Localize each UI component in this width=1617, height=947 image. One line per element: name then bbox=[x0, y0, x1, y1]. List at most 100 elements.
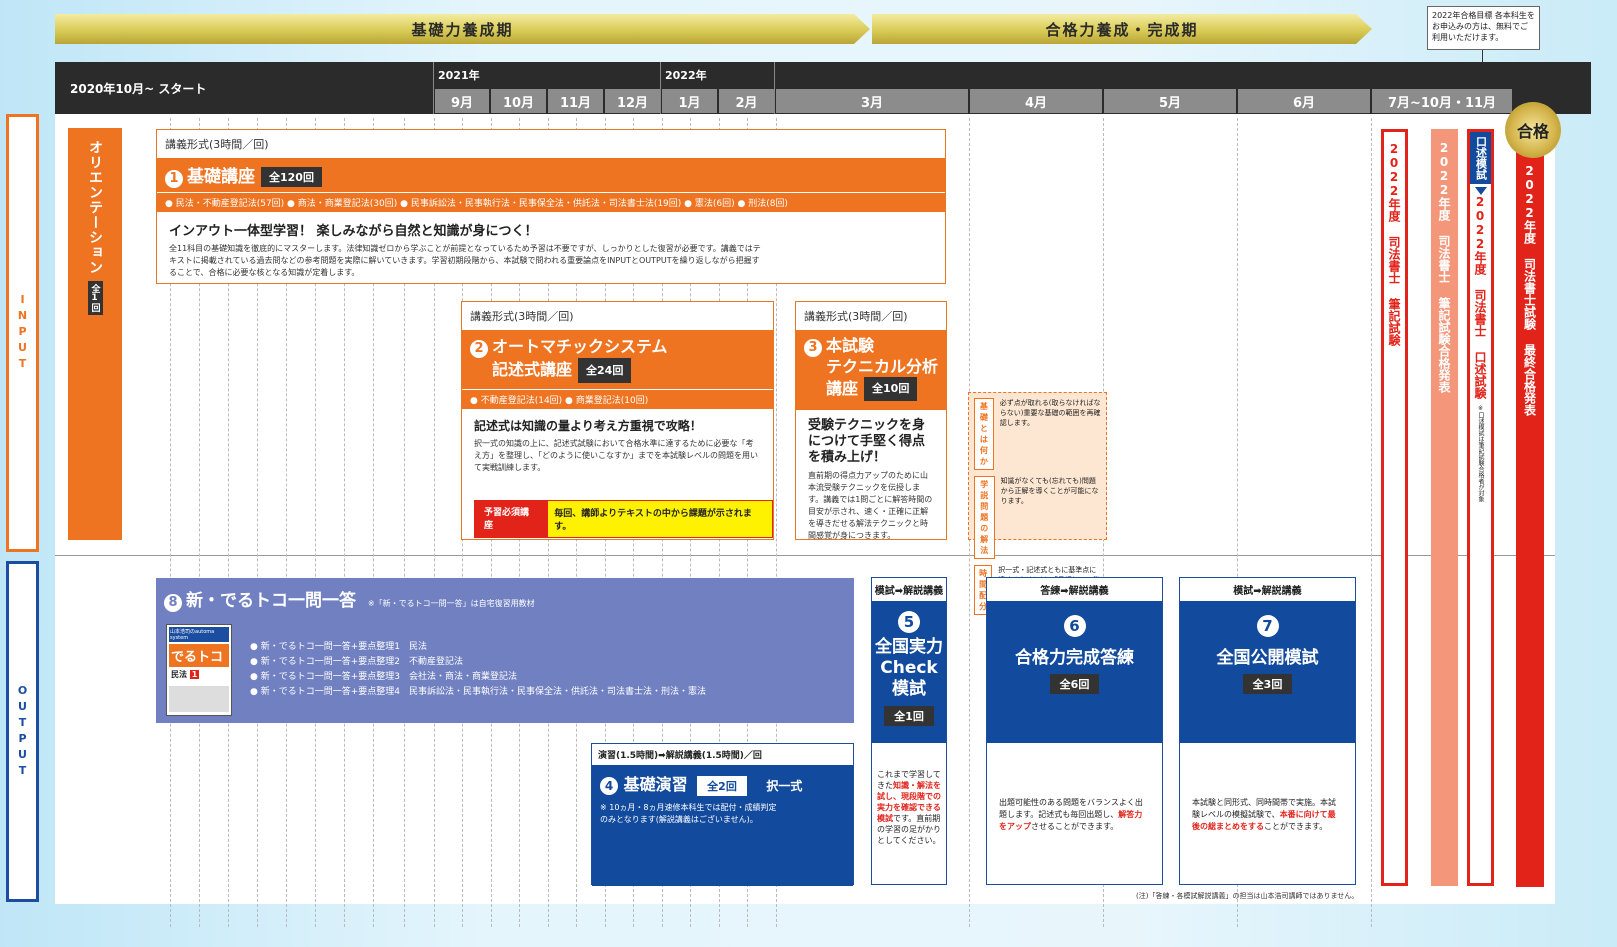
course-1-card: 講義形式(3時間／回) 1 基礎講座 全120回 ● 民法・不動産登記法(57回) … bbox=[156, 129, 946, 284]
course-3-card: 講義形式(3時間／回) 3 本試験 テクニカル分析 講座 全10回 受験テクニックを… bbox=[795, 301, 947, 540]
month-12: 12月 bbox=[605, 89, 660, 113]
course-8-list: ● 新・でるトコ一問一答+要点整理1 民法 ● 新・でるトコ一問一答+要点整理2… bbox=[250, 640, 706, 700]
top-note: 2022年合格目標 各本科生をお申込みの方は、無料でご利用いただけます。 bbox=[1427, 6, 1540, 50]
course-4-title: 基礎演習 bbox=[623, 775, 688, 794]
year-2022: 2022年 bbox=[665, 69, 707, 82]
course-3-count: 全10回 bbox=[864, 377, 918, 401]
final-result-column: 2022年度 司法書士試験 最終合格発表 bbox=[1516, 152, 1544, 887]
course-8-note: ※「新・でるトコ一問一答」は自宅復習用教材 bbox=[367, 599, 535, 608]
course-3-headline: 受験テクニックを身につけて手堅く得点を積み上げ！ bbox=[808, 418, 926, 465]
course-7-number: 7 bbox=[1256, 615, 1279, 637]
course-2-badge: 予習必須講座 bbox=[474, 500, 548, 538]
month-6: 6月 bbox=[1238, 89, 1370, 113]
technique-key: 学説問題の解法 bbox=[974, 476, 995, 559]
course-1-headline: インアウト一体型学習！ 楽しみながら自然と知識が身につく！ bbox=[169, 224, 538, 239]
course-7-count: 全3回 bbox=[1242, 674, 1293, 694]
course-6-count: 全6回 bbox=[1049, 674, 1100, 694]
oral-exam-column: 口述模試 2022年度 司法書士 口述試験 ※口述模試は筆記試験合格者が対象 bbox=[1467, 129, 1494, 886]
arrow-down-icon bbox=[1474, 187, 1487, 195]
course-2-subjects: ● 不動産登記法(14回) ● 商業登記法(10回) bbox=[462, 389, 773, 409]
technique-value: 必ず点が取れる(取らなければならない)重要な基礎の範囲を再確認します。 bbox=[999, 399, 1101, 427]
input-label: INPUT bbox=[16, 293, 29, 373]
course-3-number: 3 bbox=[804, 339, 822, 357]
written-result-column: 2022年度 司法書士 筆記試験合格発表 bbox=[1431, 129, 1458, 886]
output-label: OUTPUT bbox=[16, 683, 29, 780]
phase-completion: 合格力養成・完成期 bbox=[872, 14, 1372, 44]
course-7-card: 模試➡解説講義 7 全国公開模試 全3回 本試験と同形式、同時間帯で実施。本試験… bbox=[1179, 577, 1356, 885]
orientation-bar: オリエンテーション 全1回 bbox=[68, 128, 122, 540]
course-2-body: 択一式の知識の上に、記述式試験において合格水準に達するために必要な「考え方」を整… bbox=[474, 439, 758, 472]
course-6-card: 答練➡解説講義 6 合格力完成答練 全6回 出題可能性のある問題をバランスよく出… bbox=[986, 577, 1163, 885]
year-2021: 2021年 bbox=[438, 69, 480, 82]
course-5-header: 5 全国実力 Check 模試 全1回 bbox=[872, 601, 946, 743]
phase-foundation: 基礎力養成期 bbox=[55, 14, 870, 44]
course-5-title2: Check bbox=[880, 658, 938, 678]
book-subject: 民法 bbox=[171, 670, 187, 679]
course-3-format: 講義形式(3時間／回) bbox=[804, 310, 908, 323]
book-brand: 山本浩司のautoma system bbox=[169, 627, 229, 642]
pass-seal: 合格 bbox=[1505, 102, 1561, 158]
start-label: 2020年10月~ スタート bbox=[70, 82, 207, 96]
course-8-number: 8 bbox=[164, 594, 182, 612]
desc-text: させることができます。 bbox=[1031, 822, 1119, 831]
technique-value: 知識がなくても(忘れても)問題から正解を導くことが可能になります。 bbox=[1000, 477, 1099, 505]
course-4-kind: 択一式 bbox=[766, 779, 803, 793]
course-1-count: 全120回 bbox=[261, 167, 322, 187]
phase-completion-label: 合格力養成・完成期 bbox=[1045, 20, 1199, 39]
course-1-subjects: ● 民法・不動産登記法(57回) ● 商法・商業登記法(30回) ● 民事訴訟法… bbox=[157, 192, 945, 212]
list-item: ● 新・でるトコ一問一答+要点整理1 民法 bbox=[250, 642, 427, 652]
course-3-header: 3 本試験 テクニカル分析 講座 全10回 bbox=[796, 330, 946, 410]
list-item: ● 新・でるトコ一問一答+要点整理4 民事訴訟法・民事執行法・民事保全法・供託法… bbox=[250, 687, 706, 697]
desc-text: ことができます。 bbox=[1264, 822, 1328, 831]
month-4: 4月 bbox=[970, 89, 1102, 113]
book-title: でるトコ bbox=[169, 644, 229, 667]
course-6-title: 合格力完成答練 bbox=[1015, 648, 1134, 668]
course-8-title: 新・でるトコ一問一答 bbox=[186, 591, 356, 611]
written-result-label: 2022年度 司法書士 筆記試験合格発表 bbox=[1437, 141, 1451, 393]
course-3-title1: 本試験 bbox=[826, 336, 875, 355]
divider bbox=[55, 555, 1555, 556]
course-6-desc: 出題可能性のある問題をバランスよく出題します。記述式も毎回出題し、解答力をアップ… bbox=[987, 743, 1162, 833]
month-10: 10月 bbox=[491, 89, 546, 113]
input-label-box: INPUT bbox=[6, 114, 39, 552]
course-4-format: 演習(1.5時間)➡解説講義(1.5時間)／回 bbox=[598, 751, 762, 761]
course-7-header: 7 全国公開模試 全3回 bbox=[1180, 601, 1355, 743]
course-1-number: 1 bbox=[165, 170, 183, 188]
list-item: ● 新・でるトコ一問一答+要点整理3 会社法・商法・商業登記法 bbox=[250, 672, 517, 682]
footnote: (注)「答練・各模試解説講義」の担当は山本浩司講師ではありません。 bbox=[1136, 892, 1359, 900]
month-7-11: 7月~10月・11月 bbox=[1372, 89, 1512, 113]
course-6-head: 答練➡解説講義 bbox=[1040, 586, 1109, 597]
course-4-number: 4 bbox=[600, 777, 618, 795]
course-3-title2: テクニカル分析 bbox=[826, 357, 939, 376]
course-2-header: 2 オートマチックシステム 記述式講座 全24回 bbox=[462, 330, 773, 389]
course-4-count: 全2回 bbox=[697, 776, 747, 796]
course-2-count: 全24回 bbox=[578, 358, 632, 383]
list-item: ● 新・でるトコ一問一答+要点整理2 不動産登記法 bbox=[250, 657, 463, 667]
phase-foundation-label: 基礎力養成期 bbox=[411, 20, 514, 39]
course-8-card: 8 新・でるトコ一問一答 ※「新・でるトコ一問一答」は自宅復習用教材 山本浩司のa… bbox=[156, 578, 854, 723]
month-5: 5月 bbox=[1104, 89, 1236, 113]
course-5-title3: 模試 bbox=[892, 679, 926, 699]
output-label-box: OUTPUT bbox=[6, 561, 39, 902]
book-cover: 山本浩司のautoma system でるトコ 民法 1 bbox=[166, 624, 232, 716]
month-9: 9月 bbox=[435, 89, 489, 113]
course-2-badge-row: 予習必須講座 毎回、講師よりテキストの中から課題が示されます。 bbox=[474, 500, 773, 538]
course-5-number: 5 bbox=[898, 611, 920, 633]
technique-key: 基礎とは何か bbox=[974, 398, 994, 470]
book-volume: 1 bbox=[189, 670, 200, 679]
course-5-title1: 全国実力 bbox=[875, 637, 943, 657]
oral-exam-note: ※口述模試は筆記試験合格者が対象 bbox=[1477, 405, 1484, 502]
course-1-header: 1 基礎講座 全120回 bbox=[157, 158, 945, 192]
course-7-head: 模試➡解説講義 bbox=[1233, 586, 1302, 597]
final-result-label: 2022年度 司法書士試験 最終合格発表 bbox=[1522, 164, 1537, 416]
course-2-card: 講義形式(3時間／回) 2 オートマチックシステム 記述式講座 全24回 ● 不動産… bbox=[461, 301, 774, 540]
course-8-header: 8 新・でるトコ一問一答 ※「新・でるトコ一問一答」は自宅復習用教材 bbox=[156, 578, 854, 620]
course-7-desc: 本試験と同形式、同時間帯で実施。本試験レベルの模擬試験で、本番に向けて最後の総ま… bbox=[1180, 743, 1355, 833]
course-1-body: 全11科目の基礎知識を徹底的にマスターします。法律知識ゼロから学ぶことが前提とな… bbox=[169, 244, 761, 277]
oral-mock-label: 口述模試 bbox=[1470, 132, 1491, 184]
month-1: 1月 bbox=[662, 89, 717, 113]
course-4-body: 4 基礎演習 全2回 択一式 ※ 10ヵ月・8ヵ月速修本科生では配付・成績判定の… bbox=[592, 765, 853, 886]
course-2-badge-note: 毎回、講師よりテキストの中から課題が示されます。 bbox=[547, 500, 773, 538]
course-2-title1: オートマチックシステム bbox=[492, 337, 668, 356]
month-2: 2月 bbox=[719, 89, 774, 113]
